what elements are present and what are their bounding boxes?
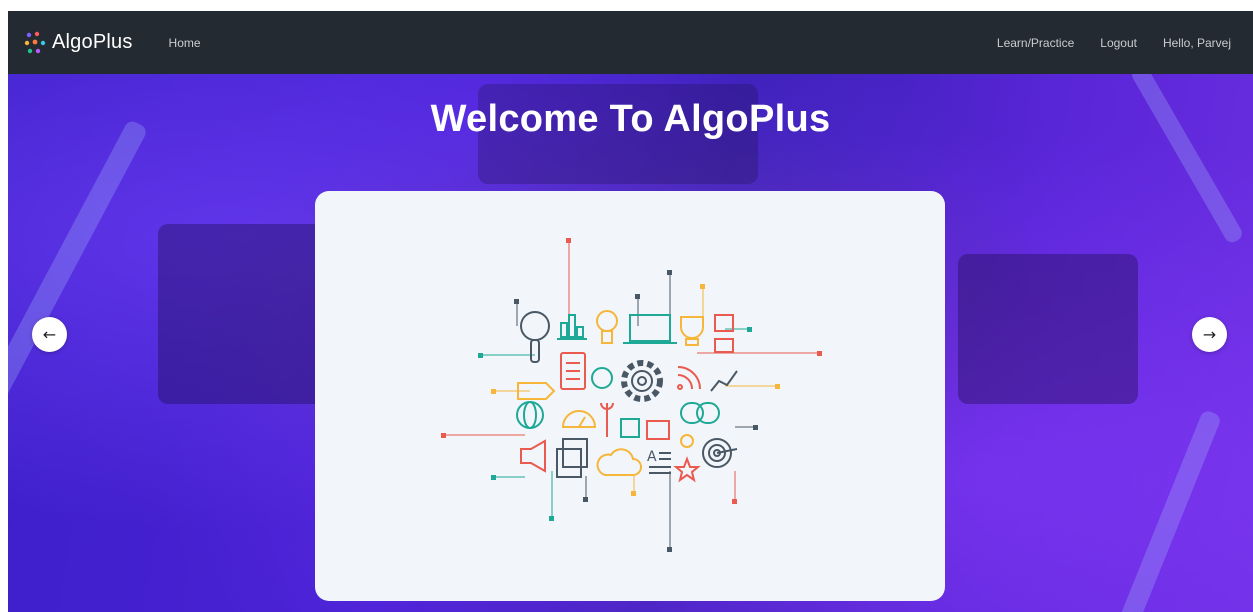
hero-banner: Welcome To AlgoPlus A ← → <box>8 74 1253 612</box>
hero-title: Welcome To AlgoPlus <box>430 98 831 140</box>
tech-icons-illustration: A <box>441 238 822 552</box>
background-blurred-shape <box>958 254 1138 404</box>
nav-learn-practice-link[interactable]: Learn/Practice <box>997 36 1074 50</box>
background-blurred-shape <box>158 224 328 404</box>
carousel-slide-card: A <box>315 191 945 601</box>
background-light-streak <box>8 118 149 430</box>
nav-logout-link[interactable]: Logout <box>1100 36 1137 50</box>
arrow-right-icon: → <box>1202 325 1217 344</box>
carousel-prev-button[interactable]: ← <box>32 317 67 352</box>
nav-right-group: Learn/Practice Logout Hello, Parvej <box>971 36 1231 50</box>
svg-text:A: A <box>647 449 657 465</box>
carousel-next-button[interactable]: → <box>1192 317 1227 352</box>
brand-name: AlgoPlus <box>52 31 133 53</box>
nav-home-link[interactable]: Home <box>169 36 201 50</box>
arrow-left-icon: ← <box>42 325 57 344</box>
nav-user-greeting[interactable]: Hello, Parvej <box>1163 36 1231 50</box>
algoplus-logo-icon <box>24 31 46 53</box>
brand-link[interactable]: AlgoPlus <box>24 31 133 55</box>
page-frame: AlgoPlus Home Learn/Practice Logout Hell… <box>8 11 1253 612</box>
navbar: AlgoPlus Home Learn/Practice Logout Hell… <box>8 11 1253 74</box>
background-light-streak <box>1113 408 1223 612</box>
